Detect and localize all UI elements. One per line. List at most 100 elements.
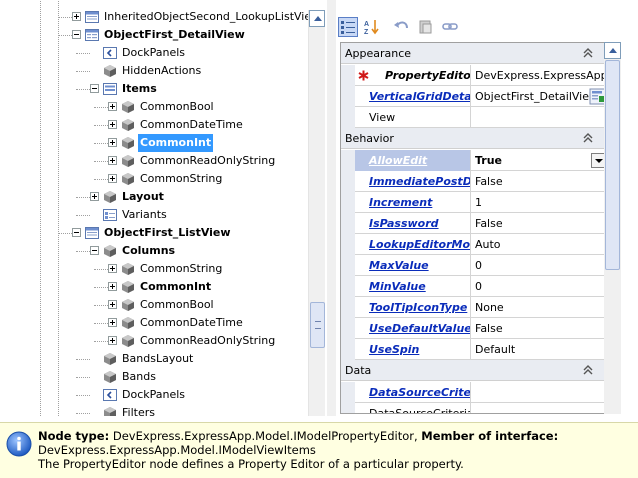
property-value[interactable]: False (472, 171, 607, 192)
property-row[interactable]: IsPassword False (341, 213, 607, 234)
property-row[interactable]: ImmediatePostDataFalse (341, 171, 607, 192)
tree-node[interactable]: CommonDateTime (0, 314, 308, 332)
property-value[interactable]: False (472, 213, 607, 234)
expand-icon[interactable] (108, 264, 117, 273)
categorized-button[interactable] (338, 17, 358, 37)
expand-icon[interactable] (108, 156, 117, 165)
property-value[interactable] (472, 382, 607, 403)
property-row[interactable]: Increment 1 (341, 192, 607, 213)
tree-node[interactable]: ObjectFirst_ListView (0, 224, 308, 242)
tree-node[interactable]: DockPanels (0, 44, 308, 62)
collapse-icon[interactable] (72, 228, 81, 237)
property-row[interactable]: VerticalGridDetailViewObjectFirst_Detail… (341, 86, 607, 107)
property-value[interactable]: 0 (472, 276, 607, 297)
tree-node[interactable]: CommonInt (0, 134, 308, 152)
tree-node[interactable]: CommonReadOnlyString (0, 332, 308, 350)
property-grid-scroll-thumb[interactable] (605, 60, 620, 270)
tree-guide-line (94, 305, 108, 306)
tree-node[interactable]: InheritedObjectSecond_LookupListView (0, 8, 320, 26)
tree-node[interactable]: HiddenActions (0, 62, 308, 80)
expand-icon[interactable] (108, 282, 117, 291)
scroll-up-arrow-icon[interactable] (309, 10, 325, 27)
tree-node[interactable]: Items (0, 80, 308, 98)
category-header[interactable]: Data (341, 360, 607, 381)
expand-icon[interactable] (108, 120, 117, 129)
tree-node[interactable]: CommonReadOnlyString (0, 152, 308, 170)
category-header[interactable]: Appearance (341, 43, 607, 64)
expand-icon[interactable] (108, 318, 117, 327)
tree-node[interactable]: CommonBool (0, 98, 308, 116)
property-value[interactable]: 0 (472, 255, 607, 276)
property-row[interactable]: DataSourceCriteria (341, 382, 607, 403)
property-row[interactable]: PropertyEditorDevExpress.ExpressApp.Win.… (341, 65, 607, 86)
property-row[interactable]: UseDefaultValue False (341, 318, 607, 339)
property-grid-scrollbar[interactable] (604, 42, 621, 414)
tree-node-icon (85, 28, 99, 42)
tree-node[interactable]: Columns (0, 242, 308, 260)
property-value[interactable] (472, 107, 607, 128)
property-value[interactable]: Auto (472, 234, 607, 255)
expand-icon[interactable] (90, 192, 99, 201)
tree-node[interactable]: CommonDateTime (0, 116, 308, 134)
tree-scroll-thumb[interactable] (310, 302, 325, 348)
property-value[interactable]: 1 (472, 192, 607, 213)
model-tree[interactable]: InheritedObjectSecond_LookupListView Obje… (0, 0, 327, 416)
tree-node[interactable]: Layout (0, 188, 308, 206)
cube-icon (122, 137, 134, 149)
collapse-chevron-icon[interactable] (581, 46, 595, 60)
property-row[interactable]: LookupEditorModeAuto (341, 234, 607, 255)
property-value[interactable]: DevExpress.ExpressApp.Win.Editors.Intege… (472, 65, 607, 86)
tree-node-icon (103, 370, 117, 384)
tree-node[interactable]: Bands (0, 368, 308, 386)
tree-scrollbar[interactable] (308, 10, 325, 416)
tree-node-icon (121, 334, 135, 348)
property-row[interactable]: MaxValue 0 (341, 255, 607, 276)
property-row[interactable]: MinValue 0 (341, 276, 607, 297)
tree-node[interactable]: Filters (0, 404, 308, 416)
link-button[interactable] (440, 17, 460, 37)
tree-node[interactable]: CommonInt (0, 278, 308, 296)
tree-node[interactable]: BandsLayout (0, 350, 308, 368)
tree-node[interactable]: CommonBool (0, 296, 308, 314)
collapse-icon[interactable] (72, 30, 81, 39)
undo-button[interactable] (392, 17, 412, 37)
cube-icon (122, 281, 134, 293)
tree-node[interactable]: CommonString (0, 260, 308, 278)
expand-icon[interactable] (72, 12, 81, 21)
tree-node[interactable]: ObjectFirst_DetailView (0, 26, 308, 44)
category-header[interactable]: Behavior (341, 128, 607, 149)
expand-icon[interactable] (108, 138, 117, 147)
collapse-chevron-icon[interactable] (581, 131, 595, 145)
alphabetical-button[interactable]: A Z (362, 17, 382, 37)
property-grid-toolbar: A Z (336, 14, 626, 40)
expand-icon[interactable] (108, 336, 117, 345)
property-name: UseSpin (355, 339, 471, 360)
tree-node[interactable]: CommonString (0, 170, 308, 188)
tree-node[interactable]: Variants (0, 206, 308, 224)
collapse-icon[interactable] (90, 246, 99, 255)
tree-node[interactable]: DockPanels (0, 386, 308, 404)
cube-icon (122, 317, 134, 329)
property-row[interactable]: UseSpin Default (341, 339, 607, 360)
expand-icon[interactable] (108, 300, 117, 309)
collapse-chevron-icon[interactable] (581, 363, 595, 377)
property-row[interactable]: DataSourceCriteriaProperty (341, 403, 607, 413)
tree-node-label: Layout (122, 190, 164, 203)
property-value[interactable]: True (472, 150, 607, 171)
property-value[interactable]: False (472, 318, 607, 339)
pane-splitter[interactable] (327, 0, 336, 416)
expand-icon[interactable] (108, 174, 117, 183)
property-row[interactable]: ToolTipIconType None (341, 297, 607, 318)
row-gutter (341, 65, 355, 86)
tree-guide-line (94, 269, 108, 270)
property-value[interactable]: Default (472, 339, 607, 360)
property-value[interactable] (472, 403, 607, 413)
property-row[interactable]: View (341, 107, 607, 128)
expand-icon[interactable] (108, 102, 117, 111)
property-row[interactable]: AllowEdit True (341, 150, 607, 171)
collapse-icon[interactable] (90, 84, 99, 93)
property-value[interactable]: ObjectFirst_DetailView (472, 86, 607, 107)
delete-button[interactable] (416, 17, 436, 37)
property-value[interactable]: None (472, 297, 607, 318)
scroll-up-arrow-icon[interactable] (604, 42, 621, 59)
